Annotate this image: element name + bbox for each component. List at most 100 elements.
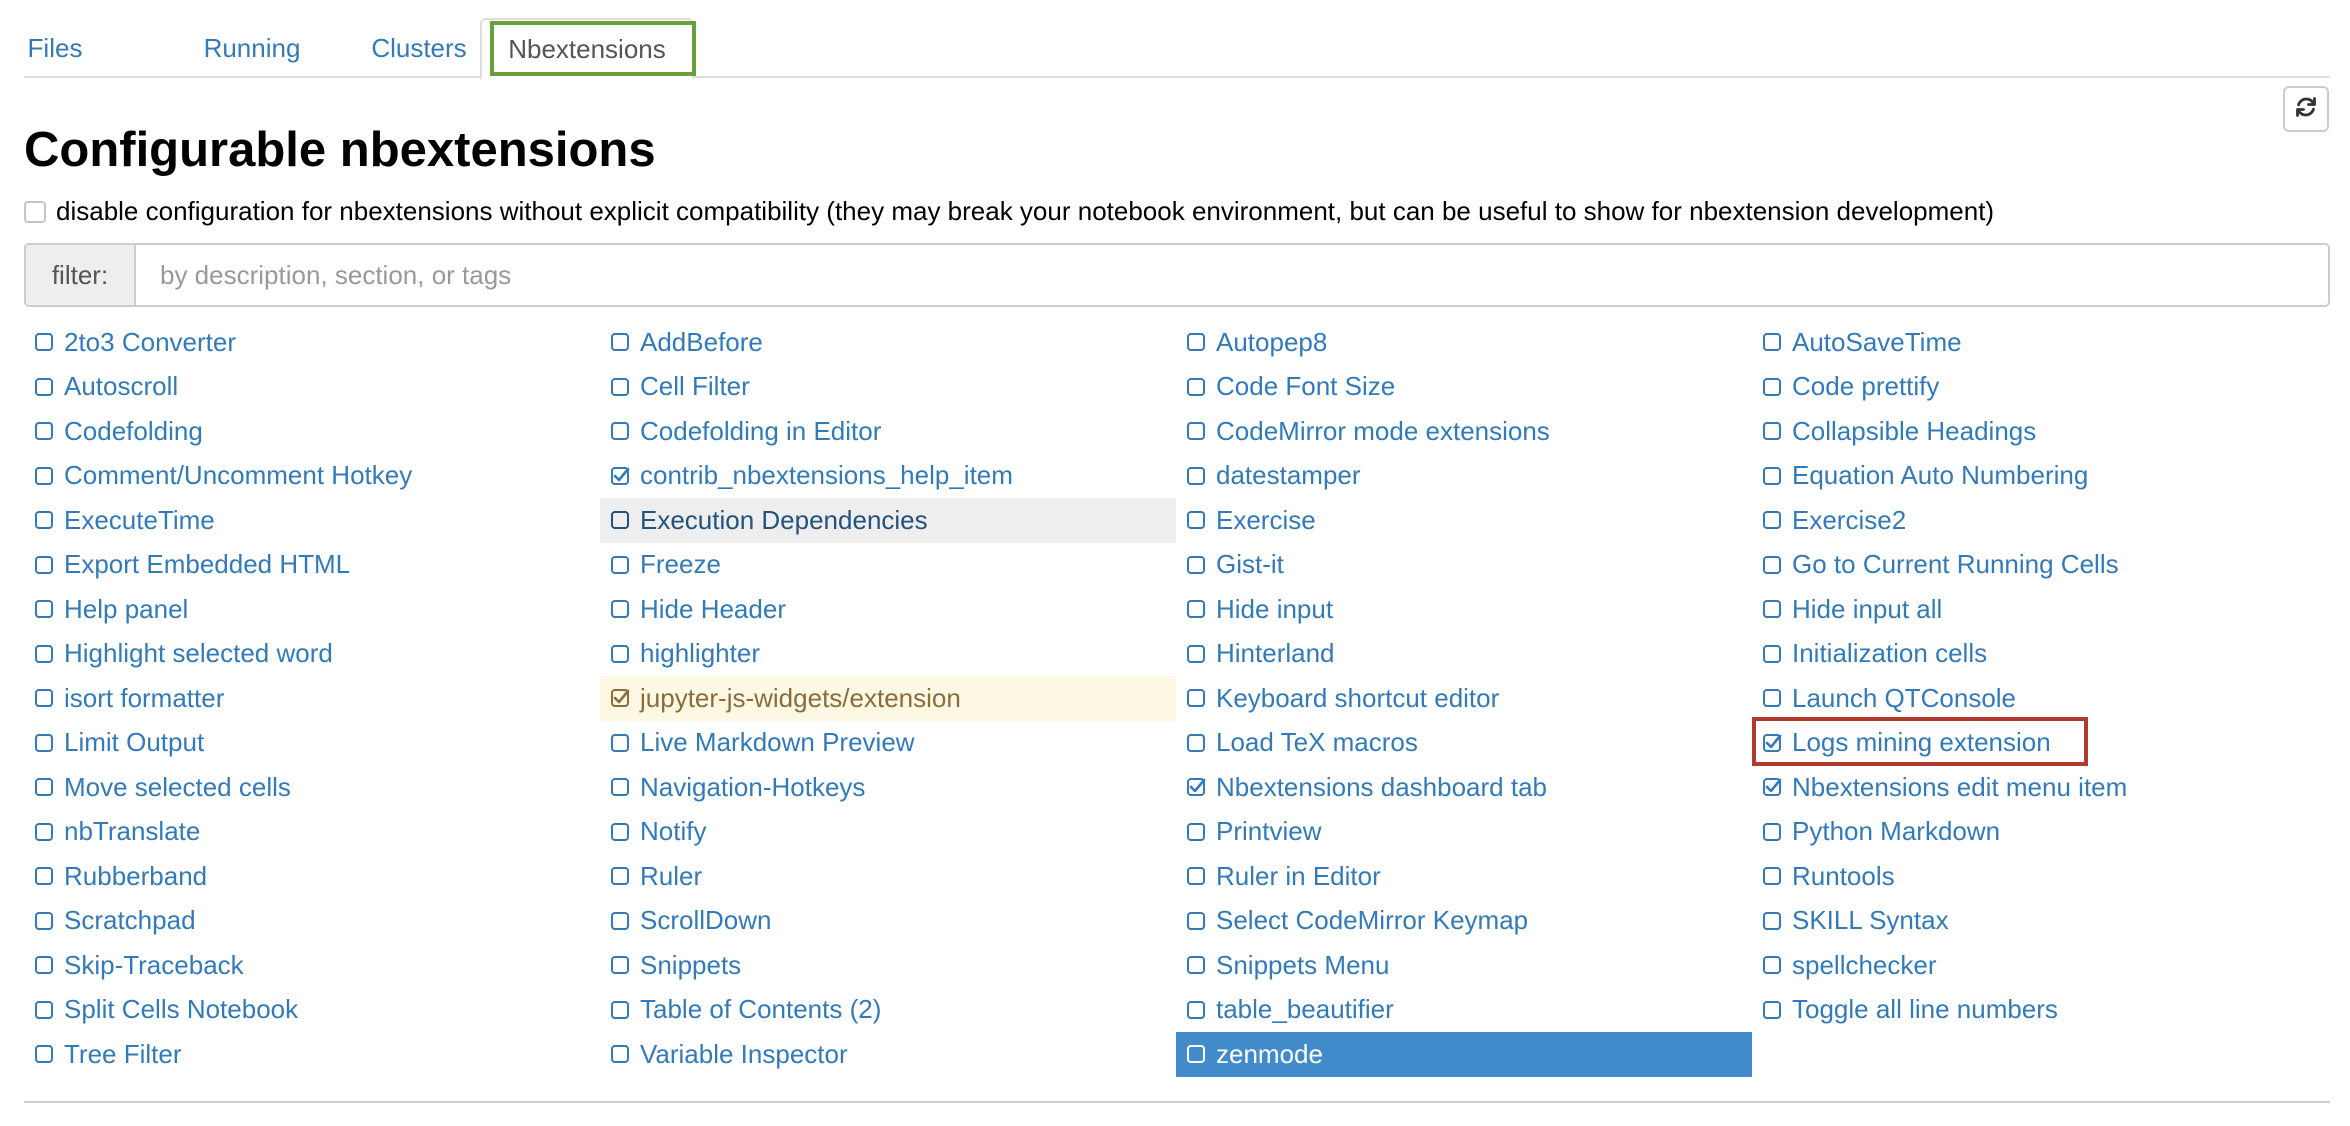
extension-item[interactable]: Go to Current Running Cells <box>1752 543 2328 588</box>
extension-item[interactable]: Gist-it <box>1176 543 1752 588</box>
unchecked-checkbox-icon <box>610 555 640 575</box>
unchecked-checkbox-icon <box>34 911 64 931</box>
extension-item[interactable]: Move selected cells <box>24 765 600 810</box>
extension-label: Tree Filter <box>64 1038 182 1069</box>
extension-item[interactable]: Codefolding <box>24 409 600 454</box>
extension-item[interactable]: Autopep8 <box>1176 320 1752 365</box>
compat-label: disable configuration for nbextensions w… <box>56 196 1995 226</box>
extension-item[interactable]: Runtools <box>1752 854 2328 899</box>
extension-item[interactable]: 2to3 Converter <box>24 320 600 365</box>
extension-item[interactable]: Split Cells Notebook <box>24 988 600 1033</box>
tab-nbextensions[interactable]: Nbextensions <box>480 18 694 80</box>
extension-item[interactable]: Launch QTConsole <box>1752 676 2328 721</box>
extension-item[interactable]: Notify <box>600 810 1176 855</box>
extension-label: contrib_nbextensions_help_item <box>640 460 1013 491</box>
extension-item[interactable]: Autoscroll <box>24 365 600 410</box>
extension-item[interactable]: Help panel <box>24 587 600 632</box>
extension-item[interactable]: Navigation-Hotkeys <box>600 765 1176 810</box>
extension-item[interactable]: Nbextensions dashboard tab <box>1176 765 1752 810</box>
refresh-icon <box>2294 95 2318 124</box>
extension-item[interactable]: Initialization cells <box>1752 632 2328 677</box>
extension-item[interactable]: CodeMirror mode extensions <box>1176 409 1752 454</box>
unchecked-checkbox-icon <box>1186 733 1216 753</box>
extension-item[interactable]: zenmode <box>1176 1032 1752 1077</box>
extension-item[interactable]: nbTranslate <box>24 810 600 855</box>
tab-running[interactable]: Running <box>164 18 340 78</box>
extension-item[interactable]: Code prettify <box>1752 365 2328 410</box>
checked-checkbox-icon <box>610 466 640 486</box>
extension-item[interactable]: Snippets Menu <box>1176 943 1752 988</box>
unchecked-checkbox-icon <box>34 688 64 708</box>
unchecked-checkbox-icon <box>1762 599 1792 619</box>
extension-item[interactable]: Keyboard shortcut editor <box>1176 676 1752 721</box>
extension-item[interactable]: Scratchpad <box>24 899 600 944</box>
extension-item[interactable]: table_beautifier <box>1176 988 1752 1033</box>
extension-item[interactable]: Load TeX macros <box>1176 721 1752 766</box>
extension-item[interactable]: Printview <box>1176 810 1752 855</box>
extension-item[interactable]: Exercise <box>1176 498 1752 543</box>
extension-item[interactable]: Ruler <box>600 854 1176 899</box>
tab-clusters[interactable]: Clusters <box>334 18 504 78</box>
extension-item[interactable]: Skip-Traceback <box>24 943 600 988</box>
extension-item[interactable]: Python Markdown <box>1752 810 2328 855</box>
extension-item[interactable]: Hide Header <box>600 587 1176 632</box>
unchecked-checkbox-icon <box>610 510 640 530</box>
extension-item[interactable]: spellchecker <box>1752 943 2328 988</box>
extension-item[interactable]: Highlight selected word <box>24 632 600 677</box>
extension-item[interactable]: Comment/Uncomment Hotkey <box>24 454 600 499</box>
filter-input[interactable] <box>136 245 2328 305</box>
extension-item[interactable]: ExecuteTime <box>24 498 600 543</box>
extension-label: Codefolding in Editor <box>640 415 882 446</box>
extension-item[interactable]: contrib_nbextensions_help_item <box>600 454 1176 499</box>
extension-item[interactable]: AutoSaveTime <box>1752 320 2328 365</box>
unchecked-checkbox-icon <box>1186 955 1216 975</box>
extension-item[interactable]: Rubberband <box>24 854 600 899</box>
unchecked-checkbox-icon <box>34 866 64 886</box>
unchecked-checkbox-icon <box>610 866 640 886</box>
extension-item[interactable]: Execution Dependencies <box>600 498 1176 543</box>
extension-item[interactable]: Hide input all <box>1752 587 2328 632</box>
extension-item[interactable]: jupyter-js-widgets/extension <box>600 676 1176 721</box>
extension-item[interactable]: Toggle all line numbers <box>1752 988 2328 1033</box>
extension-item[interactable]: Hinterland <box>1176 632 1752 677</box>
unchecked-checkbox-icon <box>1762 421 1792 441</box>
extension-item[interactable]: datestamper <box>1176 454 1752 499</box>
extension-list: 2to3 Converter Autoscroll Codefolding Comme… <box>24 320 2330 1077</box>
extension-item[interactable]: Tree Filter <box>24 1032 600 1077</box>
extension-item[interactable]: Nbextensions edit menu item <box>1752 765 2328 810</box>
extension-item[interactable]: Snippets <box>600 943 1176 988</box>
tab-files[interactable]: Files <box>24 18 86 78</box>
extension-item[interactable]: Variable Inspector <box>600 1032 1176 1077</box>
extension-item[interactable]: Cell Filter <box>600 365 1176 410</box>
extension-item[interactable]: Freeze <box>600 543 1176 588</box>
extension-column: 2to3 Converter Autoscroll Codefolding Comme… <box>24 320 600 1077</box>
extension-item[interactable]: ScrollDown <box>600 899 1176 944</box>
unchecked-checkbox-icon <box>1186 644 1216 664</box>
unchecked-checkbox-icon <box>1762 955 1792 975</box>
extension-item[interactable]: isort formatter <box>24 676 600 721</box>
extension-item[interactable]: Collapsible Headings <box>1752 409 2328 454</box>
extension-item[interactable]: Limit Output <box>24 721 600 766</box>
extension-label: Move selected cells <box>64 771 291 802</box>
extension-item[interactable]: highlighter <box>600 632 1176 677</box>
refresh-button[interactable] <box>2283 86 2329 132</box>
unchecked-checkbox-icon <box>1762 911 1792 931</box>
extension-item[interactable]: Table of Contents (2) <box>600 988 1176 1033</box>
extension-item[interactable]: Live Markdown Preview <box>600 721 1176 766</box>
extension-item[interactable]: Ruler in Editor <box>1176 854 1752 899</box>
extension-label: Initialization cells <box>1792 638 1988 669</box>
compat-checkbox[interactable] <box>24 200 46 223</box>
extension-item[interactable]: Export Embedded HTML <box>24 543 600 588</box>
extension-item[interactable]: Exercise2 <box>1752 498 2328 543</box>
extension-item[interactable]: Hide input <box>1176 587 1752 632</box>
extension-item[interactable]: AddBefore <box>600 320 1176 365</box>
extension-label: Notify <box>640 816 707 847</box>
extension-item[interactable]: Logs mining extension <box>1752 721 2328 766</box>
extension-item[interactable]: Equation Auto Numbering <box>1752 454 2328 499</box>
extension-item[interactable]: Select CodeMirror Keymap <box>1176 899 1752 944</box>
extension-item[interactable]: Code Font Size <box>1176 365 1752 410</box>
extension-item[interactable]: Codefolding in Editor <box>600 409 1176 454</box>
extension-item[interactable]: SKILL Syntax <box>1752 899 2328 944</box>
filter-label: filter: <box>26 245 136 305</box>
extension-label: AutoSaveTime <box>1792 326 1962 357</box>
